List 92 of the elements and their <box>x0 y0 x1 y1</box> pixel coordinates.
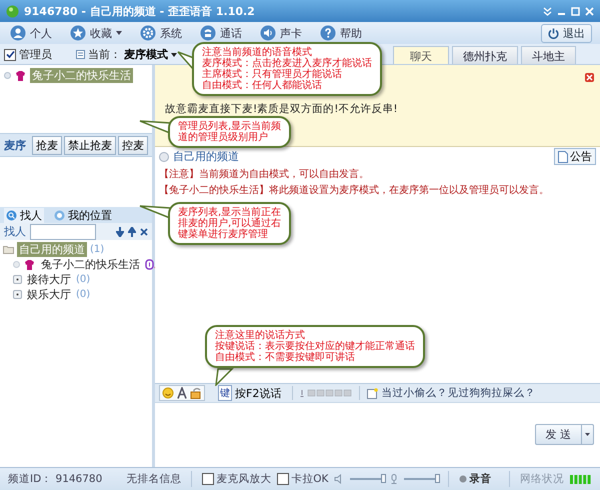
checkbox[interactable] <box>277 473 290 485</box>
callout-text: 麦序列表,显示当前正在 <box>178 207 282 218</box>
record-label: 录音 <box>469 472 492 486</box>
mode-label: 当前： <box>88 47 121 62</box>
callout-text: 注意这里的说话方式 <box>215 330 305 341</box>
checkbox-label: 麦克风放大 <box>216 472 272 486</box>
sub-channel[interactable]: 接待大厅 <box>25 272 73 287</box>
caret-icon <box>585 433 590 436</box>
notice-text: 故意霸麦直接下麦!素质是双方面的!不允许反串! <box>165 102 399 116</box>
finder-tab[interactable]: 我的位置 <box>52 208 114 222</box>
settings-icon <box>140 25 156 41</box>
mic-queue-button[interactable]: 控麦 <box>118 136 148 154</box>
microphone-icon <box>390 474 398 484</box>
checkbox[interactable] <box>202 473 214 485</box>
close-icon[interactable] <box>140 228 148 236</box>
location-icon <box>54 210 65 220</box>
send-options-button[interactable] <box>581 425 593 444</box>
finder-tab[interactable]: 找人 <box>4 208 44 222</box>
lock-icon[interactable] <box>189 387 203 399</box>
push-to-talk-button[interactable]: 键 按F2说话 <box>214 385 286 401</box>
toolbar-button[interactable]: 声卡 <box>258 25 304 41</box>
list-icon <box>76 50 85 59</box>
callout-text: 主席模式：只有管理员才能说话 <box>202 69 343 80</box>
sub-channel[interactable]: 娱乐大厅 <box>25 287 73 302</box>
callout-text: 按键说话：表示要按住对应的键才能正常通话 <box>215 341 415 352</box>
mic-queue-title: 麦序 <box>4 138 27 152</box>
channel-icon <box>159 152 169 162</box>
settings-button[interactable]: 系统 <box>138 25 184 41</box>
callout-text: 自由模式：任何人都能说话 <box>202 80 323 91</box>
collapse-icon[interactable] <box>543 6 552 16</box>
toolbar-button[interactable]: 通话 <box>198 25 244 41</box>
search-icon <box>6 210 17 220</box>
checkbox[interactable] <box>4 48 16 60</box>
exit-button[interactable]: 退出 <box>541 24 592 42</box>
help-button[interactable]: 帮助 <box>318 25 364 41</box>
callout-text: 麦序模式：点击抢麦进入麦序才能说话 <box>202 58 372 69</box>
rank-info: 无排名信息 <box>126 472 182 486</box>
document-icon <box>558 150 568 162</box>
tab[interactable]: 斗地主 <box>521 46 576 64</box>
search-field[interactable] <box>30 224 96 240</box>
callout-text: 键菜单进行麦序管理 <box>178 229 269 240</box>
checkbox-label: 卡拉OK <box>291 472 328 486</box>
channel-id: 频道ID： 9146780 <box>8 472 102 486</box>
slider-thumb[interactable] <box>381 474 386 483</box>
font-icon[interactable] <box>175 387 189 399</box>
mic-queue-button[interactable]: 禁止抢麦 <box>64 136 116 154</box>
callout-text: 自由模式：不需要按键即可讲话 <box>215 352 356 363</box>
expand-icon <box>13 275 22 284</box>
signal-icon <box>570 474 592 484</box>
person-icon <box>10 25 26 41</box>
member-count: (0) <box>76 289 90 300</box>
callout-text: 道的管理员级别用户 <box>178 132 269 143</box>
down-arrow-icon[interactable] <box>116 226 124 236</box>
member-count: (1) <box>90 244 104 255</box>
checkbox-label: 管理员 <box>19 47 52 62</box>
tab[interactable]: 德州扑克 <box>452 46 518 64</box>
user-icon <box>14 70 27 82</box>
folder-icon <box>3 245 14 254</box>
smiley-icon[interactable] <box>161 387 175 399</box>
user-name[interactable]: 兔子小二的快乐生活 <box>39 257 142 272</box>
member-count: (0) <box>76 274 90 285</box>
tab[interactable]: 聊天 <box>393 46 449 64</box>
toolbar-button[interactable]: 收藏 <box>68 25 124 41</box>
chat-message: 【兔子小二的快乐生活】将此频道设置为麦序模式，在麦序第一位以及管理员可以发言。 <box>158 184 550 198</box>
channel-title: 自己用的频道 <box>173 149 240 164</box>
mic-queue-button[interactable]: 抢麦 <box>32 136 62 154</box>
maximize-icon[interactable] <box>571 6 580 16</box>
message-input[interactable]: 发 送 <box>155 403 600 467</box>
mode-dropdown[interactable]: 麦序模式 <box>124 47 177 62</box>
search-label: 找人 <box>4 224 26 239</box>
logo-icon <box>6 4 19 18</box>
volume-meter-icon <box>300 388 352 398</box>
power-icon <box>548 28 559 38</box>
tip-text: 当过小偷么？见过狗狗拉屎么？ <box>381 386 536 400</box>
callout-text: 管理员列表,显示当前频 <box>178 121 282 132</box>
callout-text: 注意当前频道的语音模式 <box>202 47 312 58</box>
note-icon <box>367 388 378 398</box>
up-arrow-icon[interactable] <box>128 226 136 236</box>
slider-thumb[interactable] <box>435 474 440 483</box>
toolbar-button[interactable]: 个人 <box>8 25 54 41</box>
network-status-label: 网络状况 <box>520 472 564 486</box>
announcement-button[interactable]: 公告 <box>554 148 596 165</box>
window-title: 9146780 - 自己用的频道 - 歪歪语音 1.10.2 <box>24 4 255 18</box>
expand-icon <box>13 261 20 268</box>
caret-icon <box>171 52 177 56</box>
expand-icon <box>4 72 11 79</box>
star-icon <box>70 25 86 41</box>
callout-text: 排麦的用户,可以通过右 <box>178 218 282 229</box>
user-icon <box>23 258 36 270</box>
chat-message: 【注意】当前频道为自由模式，可以自由发言。 <box>158 168 370 182</box>
expand-icon <box>13 290 22 299</box>
record-icon[interactable] <box>459 475 468 483</box>
